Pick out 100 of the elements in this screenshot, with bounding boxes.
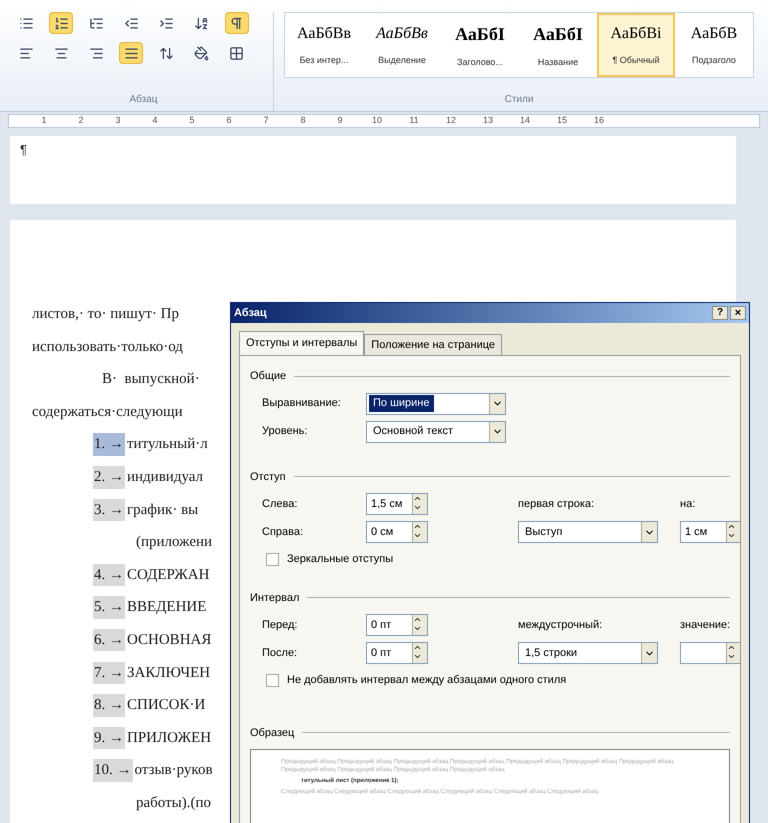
multilevel-list-icon (88, 16, 104, 30)
field-label: Выравнивание: (262, 396, 342, 412)
ruler-number: 6 (225, 114, 232, 128)
list-item-text: ПРИЛОЖЕН (127, 728, 212, 748)
style-gallery-item[interactable]: АаБбI Заголово... (441, 13, 519, 77)
list-number: 2. → (93, 466, 125, 489)
ruler-number: 9 (336, 114, 344, 128)
field-value: 1,5 см (370, 496, 404, 512)
spin-arrows-icon (412, 615, 427, 635)
dropdown-field[interactable]: Основной текст (366, 420, 506, 442)
dropdown-field[interactable]: 1,5 строки (518, 642, 658, 664)
checkbox[interactable] (266, 674, 279, 687)
style-gallery-item[interactable]: АаБбВв Без интер... (285, 13, 363, 77)
document-text: В· выпускной· (102, 370, 200, 390)
justify-icon (124, 46, 139, 60)
borders-icon (229, 46, 244, 60)
list-number: 10. → (93, 759, 132, 782)
list-number: 9. → (93, 726, 125, 750)
list-item-text: график· вы (127, 500, 198, 520)
dialog-tab[interactable]: Положение на странице (364, 334, 502, 355)
sort-icon (194, 16, 210, 30)
spin-field[interactable]: 0 пт (366, 642, 428, 664)
document-text: (приложени (136, 533, 212, 552)
style-gallery-item[interactable]: АаБбВ Подзаголо (675, 13, 753, 77)
style-sample: АаБбВв (376, 24, 428, 44)
ruler-number: 5 (188, 114, 196, 128)
field-label: Перед: (262, 618, 298, 633)
style-name: Название (538, 56, 578, 69)
section-title: Интервал (250, 590, 300, 606)
toolbar-button[interactable] (49, 12, 74, 34)
ruler-number: 2 (77, 114, 84, 128)
field-label: значение: (680, 618, 732, 633)
field-label: Слева: (262, 496, 298, 512)
ruler-number: 16 (592, 114, 605, 128)
align-center-icon (54, 46, 69, 60)
toolbar-button[interactable] (119, 42, 144, 64)
ruler-number: 3 (114, 114, 122, 128)
align-right-icon (88, 46, 104, 60)
field-value: 0 пт (370, 618, 392, 633)
document-text: листов,· то· пишут· Пр (32, 305, 179, 324)
checkbox[interactable] (266, 552, 279, 566)
style-sample: АаБбВ (690, 24, 738, 44)
style-gallery-item[interactable]: АаБбВв Выделение (363, 13, 441, 77)
pilcrow-icon (229, 16, 244, 30)
style-gallery-item[interactable]: АаБбВі ¶ Обычный (597, 13, 675, 77)
dropdown-field[interactable]: Выступ (518, 521, 658, 543)
spin-arrows-icon (412, 522, 427, 542)
ruler-number: 14 (518, 114, 531, 128)
style-name: Выделение (378, 54, 426, 68)
field-value: Основной текст (372, 424, 454, 440)
section-title: Общие (250, 369, 286, 384)
field-label: междустрочный: (518, 618, 604, 633)
increase-indent-icon (159, 16, 174, 30)
numbered-list-icon (54, 16, 69, 30)
field-value: 1,5 строки (524, 646, 578, 661)
style-gallery-item[interactable]: АаБбI Название (519, 13, 597, 77)
field-label: Зеркальные отступы (287, 552, 394, 567)
spin-arrows-icon (726, 643, 740, 663)
list-number: 3. → (93, 498, 125, 522)
spin-field[interactable]: 0 см (366, 521, 428, 543)
ruler-number: 8 (299, 114, 306, 128)
ruler-number: 1 (40, 114, 48, 128)
dropdown-field[interactable]: По ширине (366, 392, 506, 414)
align-left-icon (18, 46, 34, 60)
line-spacing-icon (159, 46, 174, 60)
ruler-number: 12 (444, 114, 457, 128)
dialog-tab[interactable]: Отступы и интервалы (239, 331, 364, 355)
group-label: Абзац (128, 93, 159, 107)
document-text: работы).(по (136, 794, 211, 813)
spin-field[interactable] (680, 642, 740, 664)
field-value: 0 см (370, 524, 394, 540)
ruler-number: 11 (408, 114, 420, 128)
field-value: 0 пт (370, 646, 392, 661)
spin-field[interactable]: 0 пт (366, 614, 428, 636)
style-name: ¶ Обычный (612, 54, 660, 68)
section-title: Образец (250, 726, 294, 740)
close-button[interactable]: × (730, 306, 746, 320)
decrease-indent-icon (124, 16, 139, 30)
style-sample: АаБбВв (297, 24, 351, 44)
window-title: Абзац (234, 306, 267, 321)
list-item-text: ЗАКЛЮЧЕН (127, 664, 210, 683)
list-number: 5. → (93, 596, 125, 619)
list-item-text: СПИСОК·И (127, 696, 206, 716)
list-number: 1. → (93, 433, 125, 456)
spin-arrows-icon (412, 494, 427, 514)
style-sample: АаБбI (533, 22, 583, 46)
ruler-number: 10 (370, 114, 383, 128)
toolbar-button[interactable] (224, 12, 249, 34)
help-button[interactable]: ? (712, 306, 728, 320)
field-label: Уровень: (262, 424, 308, 440)
spin-arrows-icon (412, 643, 427, 663)
ruler-number: 4 (151, 114, 158, 128)
spin-field[interactable]: 1 см (680, 521, 740, 543)
list-number: 6. → (93, 628, 125, 652)
style-name: Без интер... (300, 54, 348, 68)
spin-field[interactable]: 1,5 см (366, 493, 428, 515)
paragraph-mark: ¶ (20, 142, 27, 157)
ruler-number: 7 (262, 114, 270, 128)
style-name: Подзаголо (692, 54, 736, 68)
style-sample: АаБбВі (610, 24, 662, 44)
